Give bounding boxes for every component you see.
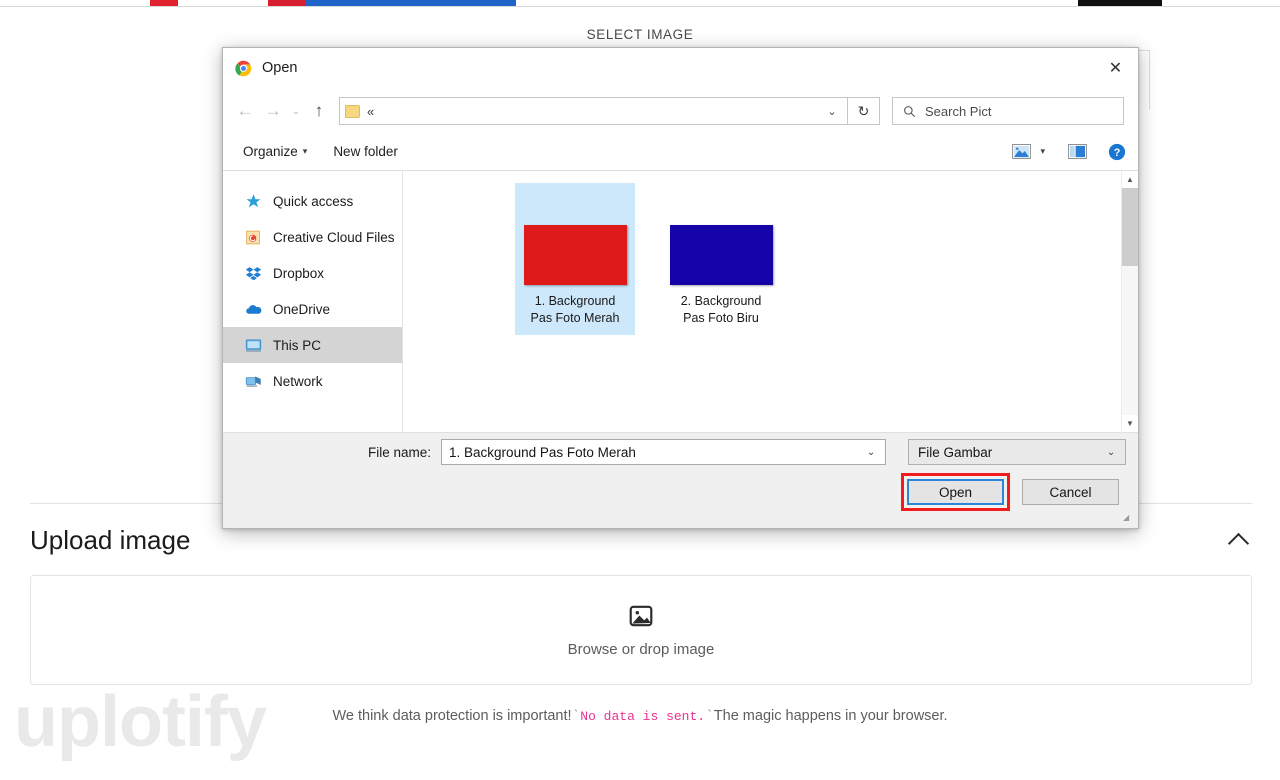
dialog-titlebar: Open ✕ bbox=[223, 48, 1138, 89]
file-name-line-2: Pas Foto Merah bbox=[530, 310, 620, 325]
sidebar-item-dropbox[interactable]: Dropbox bbox=[223, 255, 402, 291]
new-folder-button[interactable]: New folder bbox=[333, 144, 398, 159]
filename-label: File name: bbox=[368, 444, 432, 460]
footer-backtick-close: ` bbox=[705, 709, 714, 725]
footer-no-data-sent: No data is sent. bbox=[580, 709, 706, 724]
file-name-line-1: 1. Background bbox=[534, 294, 616, 308]
caret-down-icon: ▾ bbox=[302, 146, 308, 156]
file-item[interactable]: 1. Background Pas Foto Merah bbox=[515, 183, 635, 335]
thumbnail-wrap bbox=[665, 189, 777, 285]
image-icon bbox=[629, 605, 653, 626]
change-view-icon[interactable] bbox=[1012, 144, 1032, 159]
this-pc-icon bbox=[245, 339, 262, 352]
open-button[interactable]: Open bbox=[907, 479, 1004, 505]
dropbox-icon bbox=[245, 266, 262, 280]
file-type-filter-value: File Gambar bbox=[918, 444, 993, 460]
network-icon bbox=[245, 375, 261, 387]
footer-text-part2: The magic happens in your browser. bbox=[713, 708, 948, 724]
file-item[interactable]: 2. Background Pas Foto Biru bbox=[661, 183, 781, 335]
sidebar-item-label: This PC bbox=[273, 337, 322, 353]
view-options-caret-icon[interactable]: ▾ bbox=[1040, 146, 1045, 157]
file-thumbnail bbox=[669, 225, 773, 285]
sidebar-item-network[interactable]: Network bbox=[223, 363, 402, 399]
resize-grip[interactable]: ◢ bbox=[1123, 514, 1135, 526]
forward-button[interactable]: → bbox=[259, 97, 287, 125]
organize-button[interactable]: Organize ▾ bbox=[243, 144, 307, 159]
address-bar[interactable]: « ⌄ bbox=[339, 97, 848, 125]
chevron-down-icon[interactable]: ⌄ bbox=[861, 447, 881, 458]
scrollbar-thumb[interactable] bbox=[1121, 188, 1138, 266]
sidebar-item-label: Quick access bbox=[273, 193, 354, 209]
dialog-title: Open bbox=[262, 60, 298, 76]
file-grid: 1. Background Pas Foto Merah 2. Backgrou… bbox=[403, 171, 1138, 335]
privacy-footer-note: We think data protection is important!`N… bbox=[0, 708, 1280, 725]
creative-cloud-icon bbox=[246, 230, 260, 244]
top-edge-divider bbox=[0, 6, 1280, 7]
onedrive-icon bbox=[246, 304, 262, 314]
view-controls: ▾ ? bbox=[1012, 143, 1126, 161]
filename-value: 1. Background Pas Foto Merah bbox=[449, 444, 636, 460]
sidebar-item-label: Dropbox bbox=[273, 265, 325, 281]
new-folder-label: New folder bbox=[333, 144, 398, 159]
footer-backtick-open: ` bbox=[571, 709, 581, 725]
navigation-pane: Quick access Creative Cloud Files Dropbo… bbox=[223, 171, 403, 432]
thumbnail-wrap bbox=[519, 189, 631, 285]
dialog-navigation-row: ← → ⌄ ↑ « ⌄ ↻ Search Pict bbox=[223, 89, 1138, 133]
help-icon[interactable]: ? bbox=[1108, 143, 1126, 161]
preview-pane-icon[interactable] bbox=[1068, 144, 1087, 159]
file-type-filter-select[interactable]: File Gambar ⌄ bbox=[908, 439, 1127, 465]
address-path-text: « bbox=[367, 103, 374, 119]
cancel-button[interactable]: Cancel bbox=[1022, 479, 1119, 505]
select-image-label: SELECT IMAGE bbox=[586, 27, 694, 42]
filename-input[interactable]: 1. Background Pas Foto Merah ⌄ bbox=[441, 439, 887, 465]
star-icon bbox=[246, 193, 261, 207]
chevron-down-icon[interactable]: ⌄ bbox=[821, 105, 843, 118]
sidebar-item-this-pc[interactable]: This PC bbox=[223, 327, 402, 363]
sidebar-item-label: OneDrive bbox=[273, 301, 331, 317]
chrome-icon bbox=[235, 60, 252, 76]
file-name-line-1: 2. Background bbox=[680, 294, 762, 308]
dialog-button-row: Open Cancel bbox=[901, 473, 1119, 511]
up-one-level-button[interactable]: ↑ bbox=[305, 97, 333, 125]
organize-label: Organize bbox=[243, 144, 298, 159]
sidebar-item-label: Creative Cloud Files bbox=[273, 229, 395, 245]
file-label: 2. Background Pas Foto Biru bbox=[681, 293, 762, 327]
search-input[interactable]: Search Pict bbox=[892, 97, 1124, 125]
back-button[interactable]: ← bbox=[231, 97, 259, 125]
scroll-up-arrow-icon[interactable]: ▲ bbox=[1122, 171, 1139, 188]
file-thumbnail bbox=[523, 225, 627, 285]
dropzone-label: Browse or drop image bbox=[567, 640, 715, 658]
dialog-command-bar: Organize ▾ New folder ▾ ? bbox=[223, 133, 1138, 171]
search-placeholder: Search Pict bbox=[925, 103, 992, 119]
chevron-down-icon: ⌄ bbox=[1106, 446, 1116, 458]
scrollbar-track[interactable] bbox=[1121, 188, 1138, 415]
image-dropzone[interactable]: Browse or drop image bbox=[30, 575, 1252, 685]
file-label: 1. Background Pas Foto Merah bbox=[531, 293, 620, 327]
recent-locations-button[interactable]: ⌄ bbox=[287, 97, 305, 125]
filename-row: File name: 1. Background Pas Foto Merah … bbox=[223, 439, 1138, 465]
search-icon bbox=[904, 105, 916, 117]
page-title: Upload image bbox=[30, 524, 191, 555]
scroll-down-arrow-icon[interactable]: ▼ bbox=[1122, 415, 1139, 432]
dialog-footer: File name: 1. Background Pas Foto Merah … bbox=[223, 432, 1138, 528]
sidebar-item-quick-access[interactable]: Quick access bbox=[223, 183, 402, 219]
refresh-icon[interactable]: ↻ bbox=[848, 97, 880, 125]
file-open-dialog: Open ✕ ← → ⌄ ↑ « ⌄ ↻ Search Pict Organiz… bbox=[222, 47, 1139, 529]
sidebar-item-creative-cloud-files[interactable]: Creative Cloud Files bbox=[223, 219, 402, 255]
file-list-pane[interactable]: 1. Background Pas Foto Merah 2. Backgrou… bbox=[403, 171, 1138, 432]
sidebar-item-onedrive[interactable]: OneDrive bbox=[223, 291, 402, 327]
file-list-scrollbar[interactable]: ▲ ▼ bbox=[1121, 171, 1138, 432]
sidebar-item-label: Network bbox=[273, 373, 323, 389]
svg-text:?: ? bbox=[1114, 147, 1121, 159]
file-name-line-2: Pas Foto Biru bbox=[683, 310, 759, 325]
folder-icon bbox=[345, 104, 360, 118]
dialog-body: Quick access Creative Cloud Files Dropbo… bbox=[223, 171, 1138, 432]
chevron-up-icon[interactable] bbox=[1226, 527, 1252, 553]
footer-text-part1: We think data protection is important! bbox=[332, 708, 572, 724]
open-button-annotation-highlight: Open bbox=[901, 473, 1010, 511]
close-icon[interactable]: ✕ bbox=[1093, 48, 1138, 89]
